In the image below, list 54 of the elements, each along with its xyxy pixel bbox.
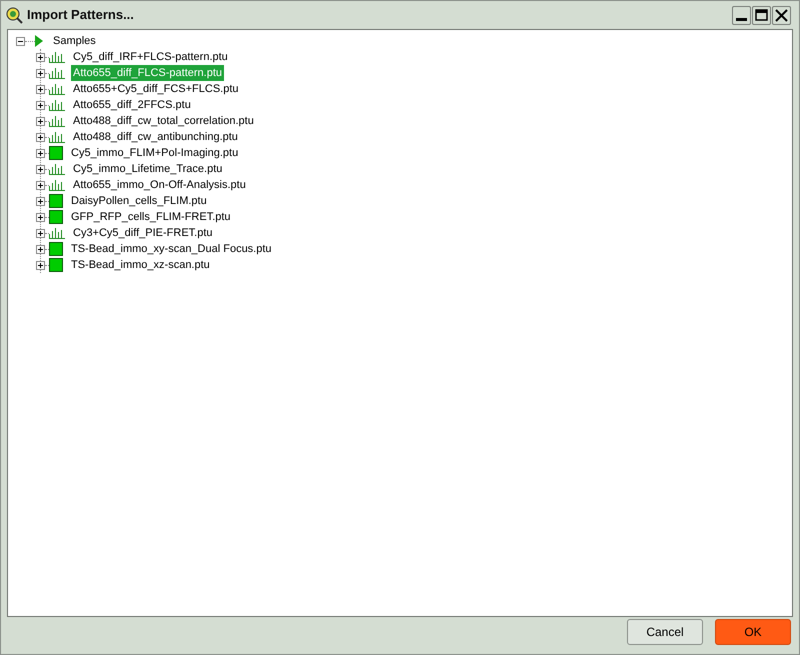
image-square-icon xyxy=(49,258,63,272)
histogram-icon xyxy=(49,100,65,110)
expand-icon[interactable] xyxy=(36,260,45,270)
image-square-icon xyxy=(49,242,63,256)
tree-item[interactable]: Atto655+Cy5_diff_FCS+FLCS.ptu xyxy=(71,80,241,98)
expand-icon[interactable] xyxy=(36,148,45,158)
maximize-icon xyxy=(755,9,768,21)
tree-item[interactable]: Atto655_immo_On-Off-Analysis.ptu xyxy=(71,176,248,194)
image-square-icon xyxy=(49,194,63,208)
expand-icon[interactable] xyxy=(36,180,45,190)
minimize-icon xyxy=(736,18,747,20)
tree-item[interactable]: DaisyPollen_cells_FLIM.ptu xyxy=(69,192,209,210)
tree-item[interactable]: GFP_RFP_cells_FLIM-FRET.ptu xyxy=(69,208,233,226)
tree-item[interactable]: Cy5_immo_FLIM+Pol-Imaging.ptu xyxy=(69,144,240,162)
window-title: Import Patterns... xyxy=(27,6,135,24)
histogram-icon xyxy=(49,116,65,126)
collapse-icon[interactable] xyxy=(16,36,25,46)
expand-icon[interactable] xyxy=(36,68,45,78)
histogram-icon xyxy=(49,68,65,78)
tree-item[interactable]: Cy5_immo_Lifetime_Trace.ptu xyxy=(71,160,224,178)
histogram-icon xyxy=(49,164,65,174)
image-square-icon xyxy=(49,146,63,160)
histogram-icon xyxy=(49,84,65,94)
expand-icon[interactable] xyxy=(36,116,45,126)
ok-button[interactable]: OK xyxy=(715,619,791,645)
expand-icon[interactable] xyxy=(36,228,45,238)
expand-icon[interactable] xyxy=(36,132,45,142)
cancel-button[interactable]: Cancel xyxy=(627,619,703,645)
tree-item[interactable]: Atto488_diff_cw_total_correlation.ptu xyxy=(71,112,256,130)
tree-item[interactable]: TS-Bead_immo_xz-scan.ptu xyxy=(69,256,212,274)
tree-item[interactable]: TS-Bead_immo_xy-scan_Dual Focus.ptu xyxy=(69,240,274,258)
expand-icon[interactable] xyxy=(36,196,45,206)
tree-item[interactable]: Atto655_diff_2FFCS.ptu xyxy=(71,96,193,114)
expand-icon[interactable] xyxy=(36,84,45,94)
histogram-icon xyxy=(49,52,65,62)
close-icon xyxy=(775,8,788,22)
histogram-icon xyxy=(49,228,65,238)
expand-icon[interactable] xyxy=(36,244,45,254)
histogram-icon xyxy=(49,132,65,142)
expand-icon[interactable] xyxy=(36,164,45,174)
minimize-button[interactable] xyxy=(732,6,751,24)
app-icon xyxy=(5,6,23,24)
close-button[interactable] xyxy=(772,6,791,24)
tree-item[interactable]: Cy3+Cy5_diff_PIE-FRET.ptu xyxy=(71,224,214,242)
expand-icon[interactable] xyxy=(36,100,45,110)
tree-item[interactable]: Samples xyxy=(52,32,97,50)
histogram-icon xyxy=(49,180,65,190)
expand-icon[interactable] xyxy=(36,212,45,222)
image-square-icon xyxy=(49,210,63,224)
tree-item[interactable]: Cy5_diff_IRF+FLCS-pattern.ptu xyxy=(71,48,230,66)
maximize-button[interactable] xyxy=(752,6,771,24)
tree-item[interactable]: Atto488_diff_cw_antibunching.ptu xyxy=(71,128,240,146)
triangle-icon xyxy=(35,35,43,47)
expand-icon[interactable] xyxy=(36,52,45,62)
